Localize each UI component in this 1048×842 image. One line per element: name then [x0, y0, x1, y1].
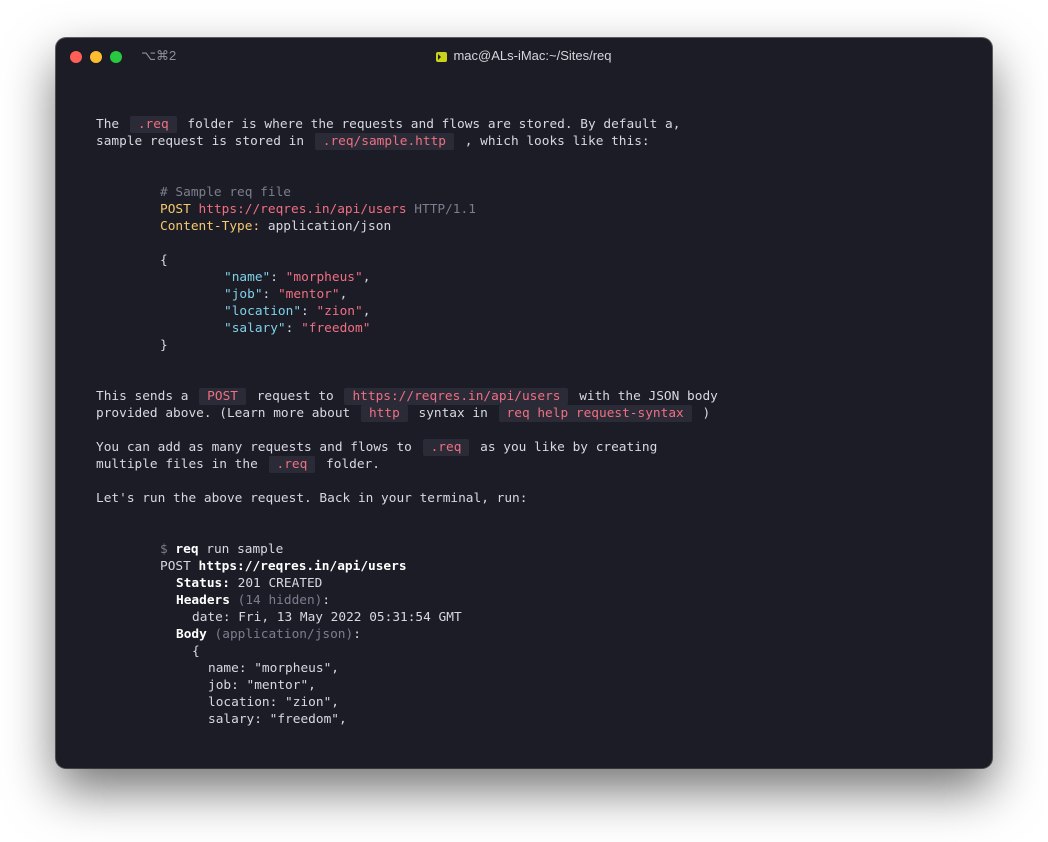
punct: , [362, 270, 371, 285]
terminal-icon [436, 51, 448, 62]
prompt: $ [160, 542, 176, 557]
run-command-line: $ req run sample [160, 541, 283, 558]
inline-code: .req [129, 116, 177, 133]
command: req [175, 542, 199, 557]
code-close-brace: } [160, 338, 168, 353]
json-value: "zion" [316, 304, 363, 319]
text: The [96, 117, 127, 132]
code-open-brace: { [160, 253, 168, 268]
json-key: "location" [224, 304, 302, 319]
json-key: "name" [224, 270, 271, 285]
run-open-brace: { [192, 644, 200, 659]
run-headers-line: Headers (14 hidden): [176, 592, 330, 609]
url: https://reqres.in/api/users [198, 202, 407, 217]
window-title: mac@ALs-iMac:~/Sites/req [56, 48, 992, 63]
text: folder. [318, 457, 380, 472]
headers-note: (14 hidden) [229, 593, 323, 608]
code-field: "salary": "freedom" [224, 321, 371, 336]
code-header-line: Content-Type: application/json [160, 218, 391, 235]
comment-text: # Sample req file [160, 185, 291, 200]
para2-line1: This sends a POST request to https://req… [96, 388, 718, 405]
method: POST [160, 559, 199, 574]
inline-code: .req [268, 456, 316, 473]
http-version: HTTP/1.1 [406, 202, 476, 217]
json-value: "freedom" [301, 321, 371, 336]
inline-code: http [360, 405, 408, 422]
terminal-window: ⌥⌘2 mac@ALs-iMac:~/Sites/req The .req fo… [56, 38, 992, 768]
run-field: location: "zion", [208, 695, 339, 710]
punct: : [322, 593, 331, 608]
run-body-line: Body (application/json): [176, 626, 361, 643]
url: https://reqres.in/api/users [198, 559, 407, 574]
run-field: salary: "freedom", [208, 712, 347, 727]
code-field: "job": "mentor", [224, 287, 348, 302]
inline-code: POST [199, 388, 246, 405]
window-title-text: mac@ALs-iMac:~/Sites/req [453, 48, 612, 63]
punct: , [339, 287, 348, 302]
title-bar: ⌥⌘2 mac@ALs-iMac:~/Sites/req [56, 38, 992, 76]
text: as you like by creating [472, 440, 658, 455]
inline-code: https://reqres.in/api/users [344, 388, 569, 405]
json-value: "mentor" [277, 287, 340, 302]
para1-line1: The .req folder is where the requests an… [96, 116, 680, 133]
text: sample request is stored in [96, 134, 312, 149]
text: multiple files in the [96, 457, 266, 472]
punct: , [362, 304, 371, 319]
punct: : [353, 627, 361, 642]
body-note: (application/json) [206, 627, 354, 642]
para3-line2: multiple files in the .req folder. [96, 456, 380, 473]
para4-line: Let's run the above request. Back in you… [96, 491, 528, 506]
code-field: "name": "morpheus", [224, 270, 371, 285]
text: folder is where the requests and flows a… [179, 117, 681, 132]
header-value: application/json [260, 219, 392, 234]
run-status-line: Status: 201 CREATED [176, 575, 322, 592]
text: syntax in [410, 406, 496, 421]
text: This sends a [96, 389, 197, 404]
inline-code: .req [422, 439, 470, 456]
headers-label: Headers [176, 593, 230, 608]
text: provided above. (Learn more about [96, 406, 358, 421]
para3-line1: You can add as many requests and flows t… [96, 439, 657, 456]
json-value: "morpheus" [285, 270, 363, 285]
code-comment: # Sample req file [160, 184, 291, 201]
text: , which looks like this: [457, 134, 650, 149]
text: You can add as many requests and flows t… [96, 440, 420, 455]
status-value: 201 CREATED [229, 576, 323, 591]
inline-code: req help request-syntax [498, 405, 692, 422]
text: with the JSON body [571, 389, 718, 404]
run-date-line: date: Fri, 13 May 2022 05:31:54 GMT [192, 610, 462, 625]
inline-code: .req/sample.http [314, 133, 455, 150]
text: ) [694, 406, 711, 421]
para2-line2: provided above. (Learn more about http s… [96, 405, 710, 422]
para1-line2: sample request is stored in .req/sample.… [96, 133, 650, 150]
command-args: run sample [198, 542, 284, 557]
run-field: name: "morpheus", [208, 661, 339, 676]
method: POST [160, 202, 191, 217]
text: request to [249, 389, 342, 404]
body-label: Body [176, 627, 207, 642]
run-field: job: "mentor", [208, 678, 316, 693]
status-label: Status: [176, 576, 230, 591]
run-request-line: POST https://reqres.in/api/users [160, 558, 407, 575]
json-key: "salary" [224, 321, 286, 336]
json-key: "job" [224, 287, 263, 302]
code-request-line: POST https://reqres.in/api/users HTTP/1.… [160, 201, 476, 218]
code-field: "location": "zion", [224, 304, 371, 319]
header-key: Content-Type: [160, 219, 261, 234]
